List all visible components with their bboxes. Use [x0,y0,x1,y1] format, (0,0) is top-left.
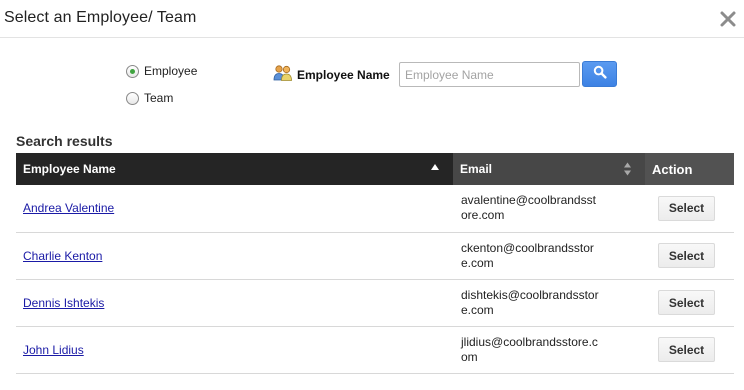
search-button[interactable] [582,61,617,87]
cell-email: dishtekis@coolbrandsstor e.com [453,279,645,327]
column-header-label: Email [460,162,493,176]
radio-button-selected[interactable] [126,64,139,78]
cell-email: jlidius@coolbrandsstore.c om [453,326,645,374]
radio-label-team: Team [144,91,174,105]
cell-action: Select [645,326,734,374]
employee-link[interactable]: Dennis Ishtekis [23,296,104,310]
search-icon [593,65,607,84]
table-row: John Lidius jlidius@coolbrandsstore.c om … [16,326,734,374]
cell-action: Select [645,185,734,233]
email-line: jlidius@coolbrandsstore.c [461,334,598,349]
cell-employee-name: Dennis Ishtekis [16,279,453,327]
employee-link[interactable]: Andrea Valentine [23,201,114,215]
select-button[interactable]: Select [658,243,715,268]
cell-email: avalentine@coolbrandsst ore.com [453,185,645,233]
cell-action: Select [645,279,734,327]
email-line: e.com [461,302,494,317]
sort-ascending-icon [430,160,440,174]
table-row: Dennis Ishtekis dishtekis@coolbrandsstor… [16,279,734,327]
email-line: e.com [461,255,494,270]
email-line: dishtekis@coolbrandsstor [461,287,599,302]
table-header-row: Employee Name Email Action [16,153,734,185]
employee-link[interactable]: John Lidius [23,343,84,357]
cell-action: Select [645,232,734,280]
table-row: Andrea Valentine avalentine@coolbrandsst… [16,185,734,233]
email-line: om [461,349,478,364]
cell-employee-name: John Lidius [16,326,453,374]
radio-button[interactable] [126,91,139,105]
email-line: ore.com [461,208,505,223]
select-button[interactable]: Select [658,195,715,221]
dialog-header: Select an Employee/ Team [0,0,744,38]
results-table: Employee Name Email Action Andrea Valent… [16,153,734,374]
column-header-email[interactable]: Email [453,153,645,185]
cell-employee-name: Andrea Valentine [16,185,453,233]
select-button[interactable]: Select [658,290,715,315]
search-results-heading: Search results [16,133,113,149]
email-line: avalentine@coolbrandsst [461,193,596,208]
select-button[interactable]: Select [658,337,715,362]
cell-employee-name: Charlie Kenton [16,232,453,280]
radio-team[interactable]: Team [126,91,173,105]
table-row: Charlie Kenton ckenton@coolbrandsstor e.c… [16,232,734,280]
column-header-employee-name[interactable]: Employee Name [16,153,453,185]
employee-name-label: Employee Name [273,64,390,85]
sort-icon [623,161,632,180]
radio-employee[interactable]: Employee [126,64,197,78]
dialog-title: Select an Employee/ Team [4,9,197,26]
column-header-label: Action [652,161,693,177]
people-icon [273,64,293,85]
column-header-action: Action [645,153,734,185]
email-line: ckenton@coolbrandsstor [461,240,594,255]
radio-label-employee: Employee [144,64,198,78]
employee-link[interactable]: Charlie Kenton [23,249,102,263]
close-icon[interactable] [718,9,738,29]
employee-name-input[interactable] [399,62,580,87]
cell-email: ckenton@coolbrandsstor e.com [453,232,645,280]
column-header-label: Employee Name [23,162,116,176]
employee-name-label-text: Employee Name [297,67,390,82]
